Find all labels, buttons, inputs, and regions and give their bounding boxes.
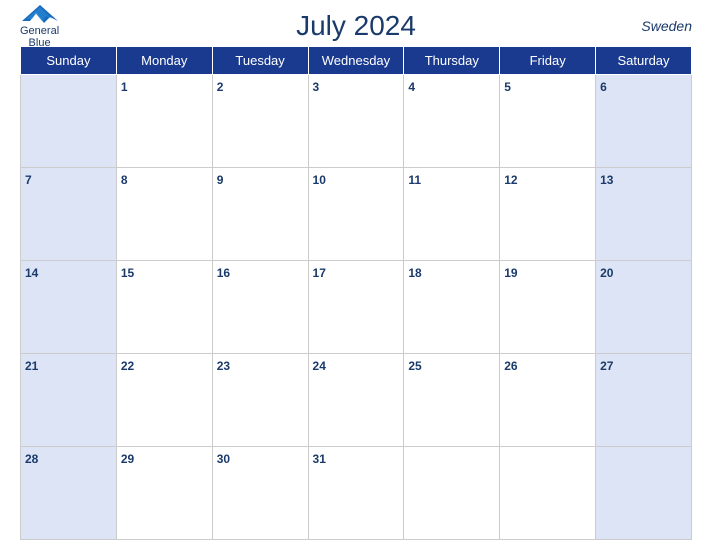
day-number: 19 bbox=[504, 266, 517, 280]
country-label: Sweden bbox=[641, 18, 692, 34]
day-number: 1 bbox=[121, 80, 128, 94]
logo-line2: Blue bbox=[29, 37, 51, 49]
calendar-cell: 14 bbox=[21, 261, 117, 354]
calendar-cell bbox=[500, 447, 596, 540]
day-number: 10 bbox=[313, 173, 326, 187]
calendar-cell: 5 bbox=[500, 75, 596, 168]
calendar-cell: 22 bbox=[116, 354, 212, 447]
calendar-week-row: 28 29 30 31 bbox=[21, 447, 692, 540]
calendar-cell: 27 bbox=[596, 354, 692, 447]
calendar-table: SundayMondayTuesdayWednesdayThursdayFrid… bbox=[20, 46, 692, 540]
day-number: 14 bbox=[25, 266, 38, 280]
calendar-cell: 7 bbox=[21, 168, 117, 261]
weekday-header-tuesday: Tuesday bbox=[212, 47, 308, 75]
weekday-header-sunday: Sunday bbox=[21, 47, 117, 75]
calendar-cell bbox=[21, 75, 117, 168]
day-number: 29 bbox=[121, 452, 134, 466]
day-number: 9 bbox=[217, 173, 224, 187]
calendar-cell: 16 bbox=[212, 261, 308, 354]
day-number: 21 bbox=[25, 359, 38, 373]
day-number: 20 bbox=[600, 266, 613, 280]
calendar-cell: 31 bbox=[308, 447, 404, 540]
day-number: 28 bbox=[25, 452, 38, 466]
calendar-cell bbox=[596, 447, 692, 540]
calendar-cell: 15 bbox=[116, 261, 212, 354]
logo-icon bbox=[22, 3, 58, 25]
day-number: 15 bbox=[121, 266, 134, 280]
calendar-cell: 18 bbox=[404, 261, 500, 354]
calendar-cell: 3 bbox=[308, 75, 404, 168]
calendar-cell: 23 bbox=[212, 354, 308, 447]
calendar-cell: 6 bbox=[596, 75, 692, 168]
day-number: 4 bbox=[408, 80, 415, 94]
day-number: 6 bbox=[600, 80, 607, 94]
calendar-week-row: 14 15 16 17 18 19 20 bbox=[21, 261, 692, 354]
calendar-cell: 19 bbox=[500, 261, 596, 354]
day-number: 23 bbox=[217, 359, 230, 373]
day-number: 2 bbox=[217, 80, 224, 94]
day-number: 26 bbox=[504, 359, 517, 373]
calendar-cell: 21 bbox=[21, 354, 117, 447]
day-number: 31 bbox=[313, 452, 326, 466]
day-number: 30 bbox=[217, 452, 230, 466]
weekday-header-monday: Monday bbox=[116, 47, 212, 75]
calendar-cell: 28 bbox=[21, 447, 117, 540]
weekday-header-saturday: Saturday bbox=[596, 47, 692, 75]
calendar-cell: 26 bbox=[500, 354, 596, 447]
day-number: 17 bbox=[313, 266, 326, 280]
calendar-cell: 24 bbox=[308, 354, 404, 447]
day-number: 5 bbox=[504, 80, 511, 94]
calendar-header: General Blue July 2024 Sweden bbox=[20, 10, 692, 42]
calendar-body: 1234567891011121314151617181920212223242… bbox=[21, 75, 692, 540]
calendar-cell: 8 bbox=[116, 168, 212, 261]
logo-line1: General bbox=[20, 25, 59, 37]
calendar-cell: 2 bbox=[212, 75, 308, 168]
logo: General Blue bbox=[20, 3, 59, 49]
day-number: 8 bbox=[121, 173, 128, 187]
weekday-header-thursday: Thursday bbox=[404, 47, 500, 75]
weekday-header-row: SundayMondayTuesdayWednesdayThursdayFrid… bbox=[21, 47, 692, 75]
calendar-cell: 29 bbox=[116, 447, 212, 540]
day-number: 27 bbox=[600, 359, 613, 373]
calendar-cell: 17 bbox=[308, 261, 404, 354]
calendar-week-row: 7 8 9 10 11 12 13 bbox=[21, 168, 692, 261]
weekday-header-friday: Friday bbox=[500, 47, 596, 75]
calendar-cell: 4 bbox=[404, 75, 500, 168]
calendar-cell: 20 bbox=[596, 261, 692, 354]
calendar-cell: 11 bbox=[404, 168, 500, 261]
calendar-cell: 12 bbox=[500, 168, 596, 261]
day-number: 25 bbox=[408, 359, 421, 373]
calendar-cell: 30 bbox=[212, 447, 308, 540]
calendar-cell bbox=[404, 447, 500, 540]
month-title: July 2024 bbox=[296, 10, 416, 42]
calendar-cell: 10 bbox=[308, 168, 404, 261]
day-number: 13 bbox=[600, 173, 613, 187]
day-number: 12 bbox=[504, 173, 517, 187]
day-number: 7 bbox=[25, 173, 32, 187]
weekday-header-wednesday: Wednesday bbox=[308, 47, 404, 75]
day-number: 24 bbox=[313, 359, 326, 373]
day-number: 22 bbox=[121, 359, 134, 373]
day-number: 18 bbox=[408, 266, 421, 280]
day-number: 16 bbox=[217, 266, 230, 280]
calendar-cell: 9 bbox=[212, 168, 308, 261]
calendar-cell: 1 bbox=[116, 75, 212, 168]
day-number: 11 bbox=[408, 173, 421, 187]
calendar-cell: 13 bbox=[596, 168, 692, 261]
calendar-week-row: 1 2 3 4 5 6 bbox=[21, 75, 692, 168]
calendar-cell: 25 bbox=[404, 354, 500, 447]
day-number: 3 bbox=[313, 80, 320, 94]
calendar-week-row: 21 22 23 24 25 26 27 bbox=[21, 354, 692, 447]
